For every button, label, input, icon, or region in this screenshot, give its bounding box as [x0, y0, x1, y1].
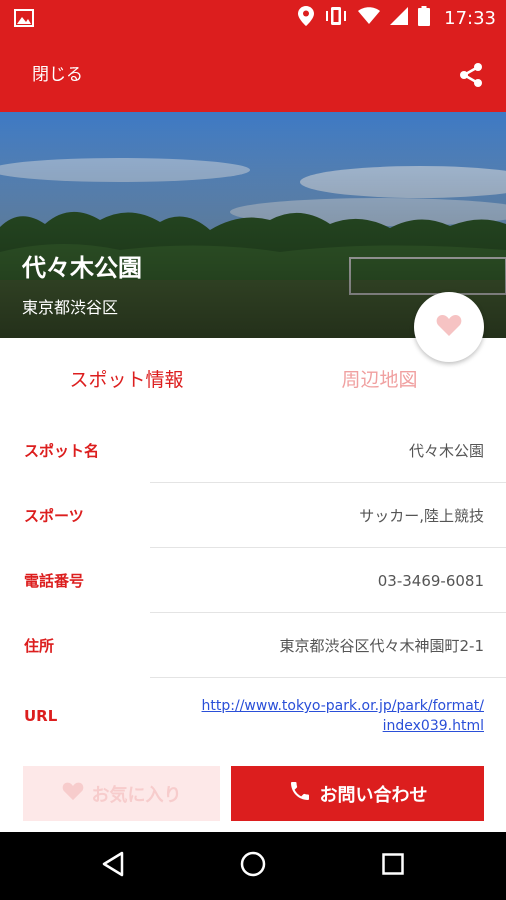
detail-label: 電話番号	[24, 572, 85, 590]
recents-icon	[382, 853, 404, 879]
detail-row-phone: 電話番号 03-3469-6081	[0, 548, 506, 613]
url-link-line1: http://www.tokyo-park.or.jp/park/format/	[201, 698, 484, 714]
favorite-button-label: お気に入り	[91, 784, 182, 806]
recents-nav-button[interactable]	[353, 832, 433, 900]
detail-label: 住所	[24, 637, 55, 655]
url-link[interactable]: http://www.tokyo-park.or.jp/park/format/…	[194, 696, 484, 736]
signal-icon	[390, 7, 409, 29]
contact-button-label: お問い合わせ	[319, 784, 428, 806]
home-nav-button[interactable]	[213, 832, 293, 900]
share-icon[interactable]	[458, 62, 484, 92]
spot-title: 代々木公園	[22, 254, 142, 282]
detail-row-sports: スポーツ サッカー,陸上競技	[0, 483, 506, 548]
detail-value: 03-3469-6081	[377, 571, 484, 590]
image-notification-icon	[14, 8, 34, 32]
heart-icon	[436, 313, 462, 341]
favorite-button[interactable]: お気に入り	[23, 766, 220, 821]
back-nav-button[interactable]	[73, 832, 153, 900]
spot-details: スポット名 代々木公園 スポーツ サッカー,陸上競技 電話番号 03-3469-…	[0, 418, 506, 754]
detail-row-address: 住所 東京都渋谷区代々木神園町2-1	[0, 613, 506, 678]
status-bar: 17:33	[0, 0, 506, 36]
detail-row-spot-name: スポット名 代々木公園	[0, 418, 506, 483]
detail-value: サッカー,陸上競技	[359, 507, 484, 525]
contact-button[interactable]: お問い合わせ	[231, 766, 484, 821]
status-time: 17:33	[444, 7, 496, 29]
detail-value: 東京都渋谷区代々木神園町2-1	[279, 637, 484, 655]
url-value: http://www.tokyo-park.or.jp/park/format/…	[194, 678, 484, 754]
home-icon	[240, 851, 266, 881]
detail-label: スポーツ	[24, 507, 84, 525]
wifi-icon	[358, 7, 381, 29]
close-button[interactable]: 閉じる	[32, 60, 83, 85]
spot-area: 東京都渋谷区	[22, 298, 119, 317]
tab-bar: スポット情報 周辺地図	[0, 348, 506, 408]
system-nav-bar	[0, 832, 506, 900]
url-link-line2: index039.html	[382, 718, 484, 734]
detail-value: 代々木公園	[408, 442, 484, 460]
phone-icon	[288, 779, 320, 808]
app-bar: 閉じる	[0, 36, 506, 112]
heart-icon	[62, 781, 92, 806]
detail-label: スポット名	[24, 442, 100, 460]
detail-label: URL	[24, 707, 58, 725]
location-icon	[298, 6, 315, 30]
detail-row-url: URL http://www.tokyo-park.or.jp/park/for…	[0, 678, 506, 754]
tab-spot-info[interactable]: スポット情報	[0, 348, 253, 408]
back-icon	[101, 851, 125, 881]
tab-nearby-map[interactable]: 周辺地図	[253, 348, 506, 408]
vibrate-icon	[324, 6, 348, 30]
battery-icon	[418, 6, 431, 30]
